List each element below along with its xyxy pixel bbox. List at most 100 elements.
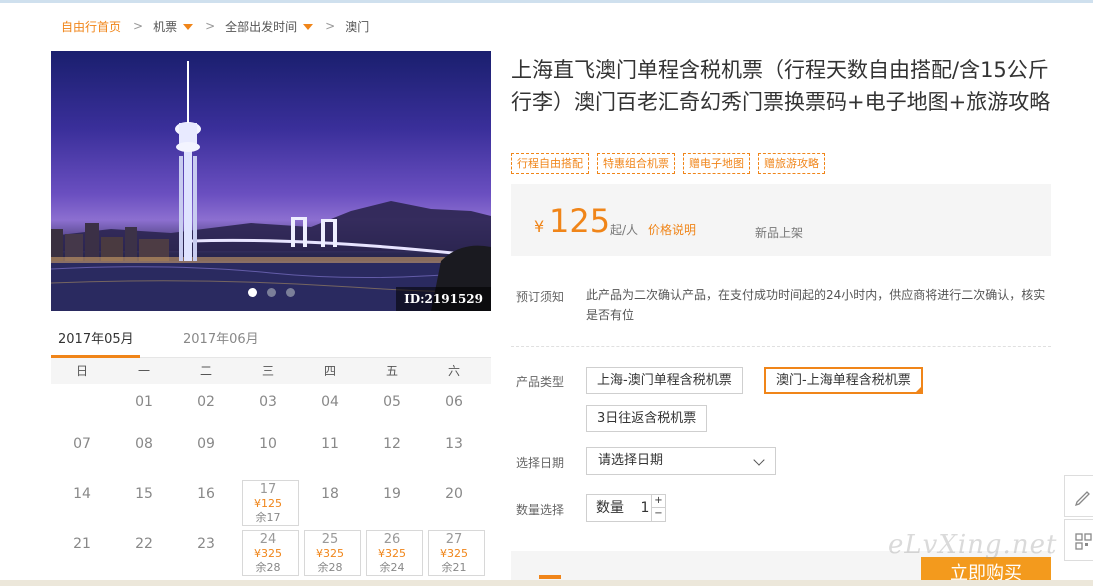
calendar-day-number: 21 <box>73 536 91 552</box>
calendar-week-row: 21 22 23 24 ¥325 余28 25 ¥325 余28 26 ¥325 余24 27 ¥325 余… <box>51 526 491 576</box>
calendar-day-available[interactable]: 17 ¥125 余17 <box>237 476 299 526</box>
calendar-day: 23 <box>175 526 237 576</box>
calendar-day-stock: 余17 <box>255 511 281 524</box>
tab-month-may[interactable]: 2017年05月 <box>51 330 140 358</box>
calendar-day: 21 <box>51 526 113 576</box>
calendar-day-number: 16 <box>197 486 215 502</box>
breadcrumb-departure-time-dropdown[interactable]: 全部出发时间 <box>225 18 314 35</box>
calendar-day-number: 06 <box>445 394 463 410</box>
price-calendar: 日 一 二 三 四 五 六 01 02 03 04 05 06 07 08 09 10 11 12 13… <box>51 358 491 586</box>
calendar-day-number: 12 <box>383 436 401 452</box>
breadcrumb-flights-dropdown[interactable]: 机票 <box>153 18 194 35</box>
calendar-day-number: 13 <box>445 436 463 452</box>
calendar-day: 05 <box>361 384 423 426</box>
breadcrumb: 自由行首页 > 机票 > 全部出发时间 > 澳门 <box>61 17 369 35</box>
total-price-partial <box>539 575 561 579</box>
quantity-plus-button[interactable]: + <box>651 495 665 508</box>
caret-down-icon <box>303 24 314 30</box>
product-type-option-sha-mfm[interactable]: 上海-澳门单程含税机票 <box>586 367 743 394</box>
product-tag: 赠旅游攻略 <box>758 153 825 174</box>
product-image-carousel[interactable]: ID:2191529 <box>51 51 491 311</box>
booking-notice-text: 此产品为二次确认产品，在支付成功时间起的24小时内，供应商将进行二次确认，核实是… <box>586 288 1046 322</box>
chevron-right-icon: > <box>133 19 144 33</box>
breadcrumb-home-link[interactable]: 自由行首页 <box>61 18 121 35</box>
calendar-body: 01 02 03 04 05 06 07 08 09 10 11 12 13 14 15 16 17 ¥125 余1… <box>51 384 491 576</box>
weekday-label: 日 <box>75 364 88 378</box>
pencil-icon <box>1074 491 1090 507</box>
quantity-label: 数量选择 <box>516 503 565 517</box>
calendar-day-number: 26 <box>383 532 401 547</box>
calendar-day-stock: 余28 <box>317 561 343 574</box>
carousel-dots <box>248 288 295 297</box>
top-border <box>0 0 1093 3</box>
calendar-day-number: 19 <box>383 486 401 502</box>
calendar-day: 11 <box>299 426 361 476</box>
calendar-day-number: 02 <box>197 394 215 410</box>
calendar-day-number: 20 <box>445 486 463 502</box>
calendar-day-number: 01 <box>135 394 153 410</box>
date-label: 选择日期 <box>516 456 565 470</box>
calendar-day-number: 18 <box>321 486 339 502</box>
calendar-day-stock: 余21 <box>441 561 467 574</box>
calendar-day-number: 23 <box>197 536 215 552</box>
calendar-day: 03 <box>237 384 299 426</box>
tab-month-june[interactable]: 2017年06月 <box>183 330 259 358</box>
price-unit: 起/人 <box>610 223 639 237</box>
breadcrumb-flights-label: 机票 <box>153 19 178 34</box>
carousel-dot[interactable] <box>286 288 295 297</box>
calendar-week-row: 01 02 03 04 05 06 <box>51 384 491 426</box>
calendar-day: 22 <box>113 526 175 576</box>
calendar-day: 09 <box>175 426 237 476</box>
calendar-day-available[interactable]: 24 ¥325 余28 <box>237 526 299 576</box>
site-watermark: eLvXing.net <box>888 530 1058 560</box>
calendar-day: 08 <box>113 426 175 476</box>
calendar-day-number: 25 <box>321 532 339 547</box>
side-tool-edit[interactable] <box>1064 475 1093 517</box>
calendar-day: 14 <box>51 476 113 526</box>
calendar-day-available[interactable]: 27 ¥325 余21 <box>423 526 485 576</box>
calendar-day-number: 05 <box>383 394 401 410</box>
calendar-day-number: 24 <box>259 532 277 547</box>
weekday-label: 六 <box>447 364 460 378</box>
calendar-day-number: 08 <box>135 436 153 452</box>
quantity-stepper[interactable]: 数量 1 + − <box>586 494 666 522</box>
chevron-right-icon: > <box>325 19 336 33</box>
calendar-day: 20 <box>423 476 485 526</box>
product-type-option-mfm-sha[interactable]: 澳门-上海单程含税机票 <box>764 367 923 394</box>
quantity-minus-button[interactable]: − <box>651 508 665 521</box>
calendar-weekday-header: 日 一 二 三 四 五 六 <box>51 358 491 384</box>
calendar-week-row: 14 15 16 17 ¥125 余17 18 19 20 <box>51 476 491 526</box>
macau-tower-photo <box>51 61 491 311</box>
calendar-day-available[interactable]: 25 ¥325 余28 <box>299 526 361 576</box>
product-tag: 赠电子地图 <box>683 153 750 174</box>
calendar-day: 04 <box>299 384 361 426</box>
price-explain-link[interactable]: 价格说明 <box>648 221 696 238</box>
calendar-day-stock: 余28 <box>255 561 281 574</box>
quantity-field-label: 数量 <box>596 500 624 516</box>
product-type-option-roundtrip[interactable]: 3日往返含税机票 <box>586 405 708 432</box>
calendar-day: 07 <box>51 426 113 476</box>
product-type-option-label: 澳门-上海单程含税机票 <box>776 373 911 388</box>
quantity-value: 1 <box>640 500 650 516</box>
product-type-label: 产品类型 <box>516 375 565 389</box>
carousel-dot[interactable] <box>267 288 276 297</box>
calendar-day-number: 17 <box>259 482 277 497</box>
calendar-day: 13 <box>423 426 485 476</box>
calendar-day-available[interactable]: 26 ¥325 余24 <box>361 526 423 576</box>
calendar-week-row: 07 08 09 10 11 12 13 <box>51 426 491 476</box>
bottom-border <box>0 580 1093 586</box>
date-select-placeholder: 请选择日期 <box>598 453 664 468</box>
product-id-tag: ID:2191529 <box>396 287 491 311</box>
chevron-right-icon: > <box>205 19 216 33</box>
side-tool-qrcode[interactable] <box>1064 519 1093 561</box>
product-title: 上海直飞澳门单程含税机票（行程天数自由搭配/含15公斤行李）澳门百老汇奇幻秀门票… <box>511 58 1051 114</box>
new-arrival-badge: 新品上架 <box>755 226 804 240</box>
calendar-day: 18 <box>299 476 361 526</box>
weekday-label: 五 <box>385 364 398 378</box>
calendar-day-number: 22 <box>135 536 153 552</box>
calendar-day-stock: 余24 <box>379 561 405 574</box>
date-select[interactable]: 请选择日期 <box>586 447 776 475</box>
carousel-dot[interactable] <box>248 288 257 297</box>
calendar-day-number: 07 <box>73 436 91 452</box>
weekday-label: 四 <box>323 364 336 378</box>
